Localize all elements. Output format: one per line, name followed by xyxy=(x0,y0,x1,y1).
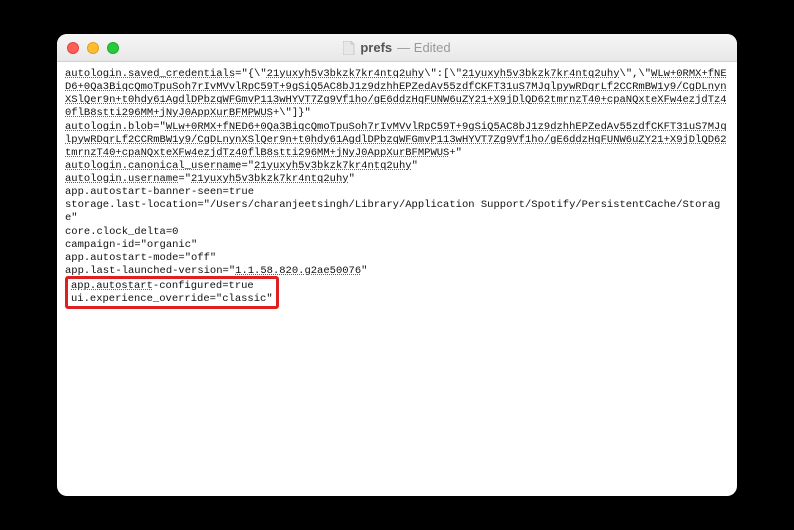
close-button[interactable] xyxy=(67,42,79,54)
highlight-region: app.autostart-configured=true ui.experie… xyxy=(65,278,729,309)
pref-line: autologin.username="21yuxyh5v3bkzk7kr4nt… xyxy=(65,173,729,186)
document-icon xyxy=(343,41,355,55)
editor-window: prefs — Edited autologin.saved_credentia… xyxy=(57,34,737,496)
document-name: prefs xyxy=(360,40,392,55)
pref-line: app.autostart-configured=true xyxy=(71,280,273,293)
minimize-button[interactable] xyxy=(87,42,99,54)
pref-line: campaign-id="organic" xyxy=(65,239,729,252)
zoom-button[interactable] xyxy=(107,42,119,54)
highlighted-lines: app.autostart-configured=true ui.experie… xyxy=(65,276,279,309)
pref-line: app.autostart-mode="off" xyxy=(65,252,729,265)
text-content[interactable]: autologin.saved_credentials="{\"21yuxyh5… xyxy=(57,62,737,496)
pref-line: storage.last-location="/Users/charanjeet… xyxy=(65,199,729,225)
pref-line: autologin.canonical_username="21yuxyh5v3… xyxy=(65,160,729,173)
pref-line: app.autostart-banner-seen=true xyxy=(65,186,729,199)
pref-line: core.clock_delta=0 xyxy=(65,226,729,239)
document-status: — Edited xyxy=(397,40,450,55)
pref-line: autologin.blob="WLw+0RMX+fNED6+0Qa3BiqcQ… xyxy=(65,121,729,160)
titlebar[interactable]: prefs — Edited xyxy=(57,34,737,62)
window-title: prefs — Edited xyxy=(57,40,737,55)
pref-line-override: ui.experience_override="classic" xyxy=(71,293,273,306)
traffic-lights xyxy=(57,42,119,54)
pref-line: autologin.saved_credentials="{\"21yuxyh5… xyxy=(65,68,729,121)
